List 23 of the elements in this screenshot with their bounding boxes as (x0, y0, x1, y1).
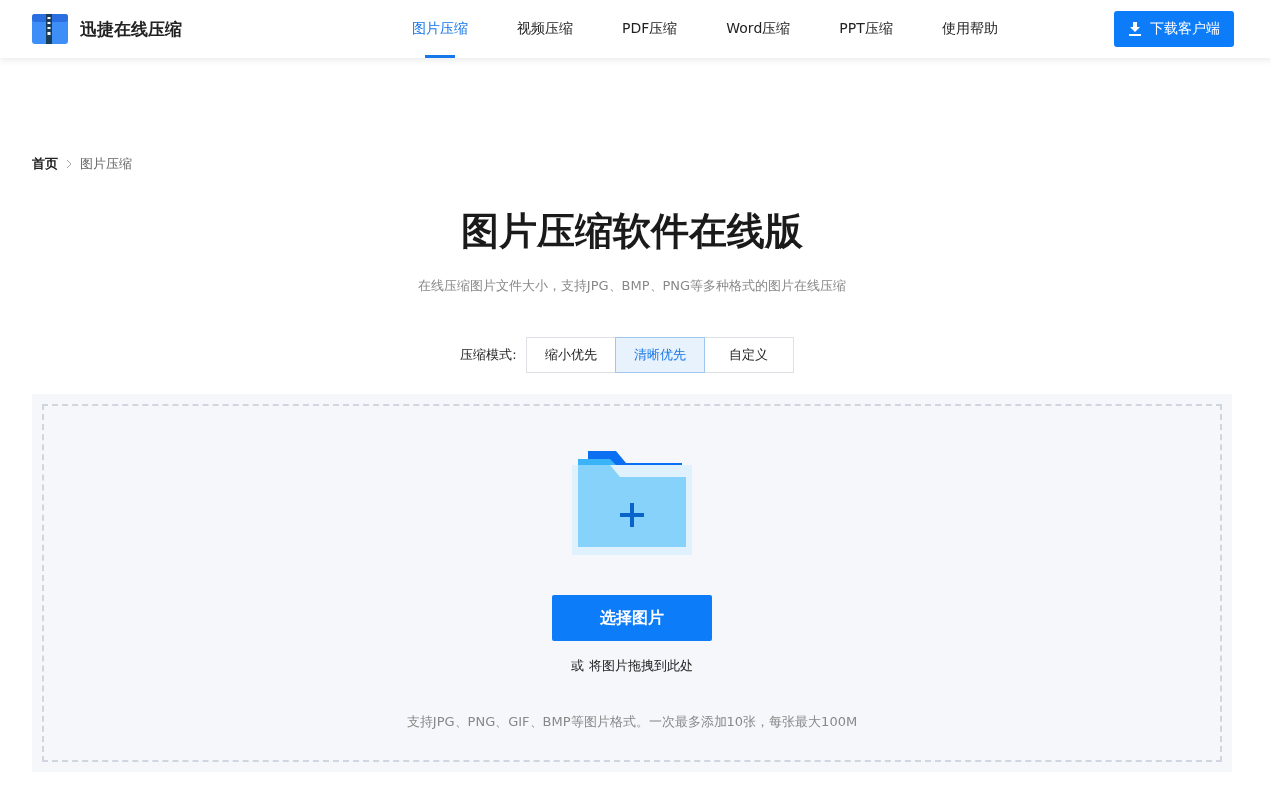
logo-text: 迅捷在线压缩 (80, 17, 182, 41)
nav-tab[interactable]: 视频压缩 (517, 0, 573, 58)
chevron-right-icon (66, 159, 72, 169)
page-title: 图片压缩软件在线版 (460, 208, 804, 255)
select-image-button[interactable]: 选择图片 (552, 595, 712, 641)
nav-tab[interactable]: PPT压缩 (839, 0, 893, 58)
mode-option[interactable]: 清晰优先 (614, 337, 705, 373)
download-client-button[interactable]: 下载客户端 (1114, 11, 1234, 47)
nav-tab[interactable]: PDF压缩 (622, 0, 678, 58)
mode-label: 压缩模式: (460, 346, 517, 364)
breadcrumb-current: 图片压缩 (80, 155, 132, 173)
zip-folder-icon (32, 14, 68, 44)
nav-tab[interactable]: 图片压缩 (412, 0, 468, 58)
nav-tab[interactable]: 使用帮助 (941, 0, 998, 58)
nav-tab[interactable]: Word压缩 (726, 0, 791, 58)
drop-hint: 或 将图片拖拽到此处 (571, 657, 693, 675)
folder-add-icon (572, 451, 692, 555)
mode-option[interactable]: 缩小优先 (525, 337, 616, 373)
download-icon (1128, 22, 1142, 36)
format-note: 支持JPG、PNG、GIF、BMP等图片格式。一次最多添加10张，每张最大100M (406, 713, 858, 731)
mode-option[interactable]: 自定义 (703, 337, 794, 373)
breadcrumb-link[interactable]: 首页 (32, 155, 58, 173)
page-subtitle: 在线压缩图片文件大小，支持JPG、BMP、PNG等多种格式的图片在线压缩 (416, 277, 848, 295)
